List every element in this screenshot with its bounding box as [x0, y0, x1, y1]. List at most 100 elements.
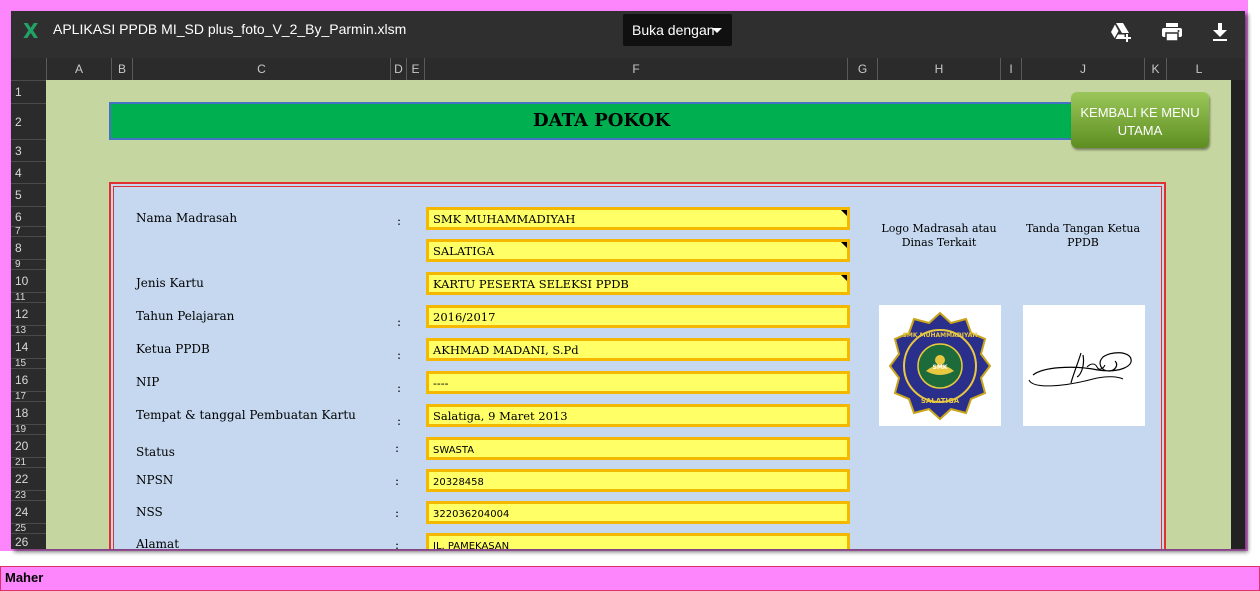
field-colon: :	[395, 474, 400, 488]
select-all-corner[interactable]	[11, 58, 46, 80]
page-title: DATA POKOK	[533, 110, 670, 131]
row-header[interactable]: 9	[11, 259, 46, 269]
column-header[interactable]: L	[1166, 58, 1231, 80]
field-value[interactable]: 322036204004	[426, 501, 850, 524]
logo-center-text: SMK	[933, 364, 948, 371]
field-colon: :	[397, 348, 402, 362]
signature-caption: Tanda Tangan Ketua PPDB	[1025, 222, 1141, 249]
row-header[interactable]: 25	[11, 523, 46, 533]
chevron-down-icon	[712, 28, 722, 33]
column-header[interactable]: H	[877, 58, 1000, 80]
row-header[interactable]: 1	[11, 80, 46, 103]
print-icon[interactable]	[1160, 20, 1184, 44]
row-header[interactable]: 22	[11, 467, 46, 490]
column-header[interactable]: K	[1144, 58, 1166, 80]
field-value-text: KARTU PESERTA SELEKSI PPDB	[433, 277, 629, 291]
field-colon: :	[395, 538, 400, 549]
field-value[interactable]: AKHMAD MADANI, S.Pd	[426, 338, 850, 361]
field-colon: :	[397, 214, 402, 228]
row-header[interactable]: 23	[11, 490, 46, 500]
column-header[interactable]: I	[1000, 58, 1021, 80]
footer-bar: Maher	[0, 566, 1260, 591]
open-with-button[interactable]: Buka dengan	[623, 14, 732, 46]
column-header[interactable]: A	[46, 58, 111, 80]
footer-name: Maher	[5, 570, 44, 585]
school-logo-icon: SMK SMK MUHAMMADIYAH SALATIGA	[888, 311, 992, 421]
row-header[interactable]: 16	[11, 368, 46, 391]
column-header[interactable]: G	[847, 58, 877, 80]
field-label: Nama Madrasah	[136, 211, 238, 225]
row-header[interactable]: 8	[11, 236, 46, 259]
column-header[interactable]: F	[424, 58, 847, 80]
logo-bottom-text: SALATIGA	[921, 397, 960, 405]
field-label: Ketua PPDB	[136, 342, 210, 356]
viewer-toolbar: X APLIKASI PPDB MI_SD plus_foto_V_2_By_P…	[11, 11, 1245, 58]
field-colon: :	[397, 414, 402, 428]
dropdown-marker-icon	[841, 210, 847, 216]
row-header[interactable]: 13	[11, 325, 46, 335]
file-title: APLIKASI PPDB MI_SD plus_foto_V_2_By_Par…	[53, 21, 407, 37]
drive-add-icon[interactable]	[1109, 20, 1133, 44]
field-colon: :	[397, 381, 402, 395]
field-colon: :	[397, 315, 402, 329]
field-label: Status	[136, 445, 175, 459]
row-header[interactable]: 17	[11, 391, 46, 401]
row-header[interactable]: 20	[11, 434, 46, 457]
outer-frame: X APLIKASI PPDB MI_SD plus_foto_V_2_By_P…	[0, 0, 1248, 551]
field-value[interactable]: 20328458	[426, 469, 850, 492]
row-header[interactable]: 18	[11, 401, 46, 424]
row-header[interactable]: 7	[11, 226, 46, 236]
dropdown-marker-icon	[841, 275, 847, 281]
signature-icon	[1028, 352, 1132, 387]
row-header[interactable]: 10	[11, 269, 46, 292]
logo-top-text: SMK MUHAMMADIYAH	[903, 332, 978, 339]
field-value[interactable]: SALATIGA	[426, 239, 850, 262]
field-value[interactable]: SWASTA	[426, 437, 850, 460]
column-header[interactable]: E	[406, 58, 424, 80]
field-value[interactable]: JL. PAMEKASAN	[426, 533, 850, 549]
back-to-main-menu-button[interactable]: KEMBALI KE MENU UTAMA	[1071, 92, 1209, 148]
field-label: Tempat & tanggal Pembuatan Kartu	[136, 408, 356, 422]
field-label: NPSN	[136, 473, 174, 487]
column-header[interactable]: C	[132, 58, 390, 80]
excel-icon: X	[23, 19, 39, 43]
data-form-panel: Nama Madrasah : SMK MUHAMMADIYAH SALATIG…	[109, 182, 1166, 549]
field-value[interactable]: 2016/2017	[426, 305, 850, 328]
dropdown-marker-icon	[841, 242, 847, 248]
row-header[interactable]: 26	[11, 533, 46, 549]
row-header[interactable]: 5	[11, 183, 46, 206]
row-header[interactable]: 11	[11, 292, 46, 302]
row-header[interactable]: 24	[11, 500, 46, 523]
title-banner: DATA POKOK	[109, 102, 1094, 140]
row-header[interactable]: 4	[11, 161, 46, 183]
row-header[interactable]: 3	[11, 139, 46, 161]
row-header[interactable]: 2	[11, 103, 46, 139]
field-label: Alamat	[136, 537, 180, 549]
row-headers: 1 2 3 4 5 6 7 8 9 10 11 12 13 14 15 16 1…	[11, 80, 46, 549]
row-header[interactable]: 19	[11, 424, 46, 434]
download-icon[interactable]	[1208, 20, 1232, 44]
row-header[interactable]: 6	[11, 206, 46, 226]
signature-image	[1023, 305, 1145, 426]
field-label: NIP	[136, 375, 160, 389]
field-label: Tahun Pelajaran	[136, 309, 235, 323]
row-header[interactable]: 14	[11, 335, 46, 358]
field-colon: :	[395, 506, 400, 520]
column-headers: A B C D E F G H I J K L	[11, 58, 1245, 80]
field-label: NSS	[136, 505, 163, 519]
field-value[interactable]: SMK MUHAMMADIYAH	[426, 207, 850, 230]
column-header[interactable]: D	[390, 58, 406, 80]
field-value[interactable]: ----	[426, 371, 850, 394]
field-value-text: SALATIGA	[433, 244, 495, 258]
school-logo-image: SMK SMK MUHAMMADIYAH SALATIGA	[879, 305, 1001, 426]
column-header[interactable]: B	[111, 58, 132, 80]
row-header[interactable]: 12	[11, 302, 46, 325]
field-value-text: SMK MUHAMMADIYAH	[433, 212, 576, 226]
field-value[interactable]: KARTU PESERTA SELEKSI PPDB	[426, 272, 850, 295]
sheet-right-edge	[1231, 80, 1245, 549]
column-header[interactable]: J	[1021, 58, 1144, 80]
field-value[interactable]: Salatiga, 9 Maret 2013	[426, 404, 850, 427]
field-label: Jenis Kartu	[136, 276, 204, 290]
row-header[interactable]: 15	[11, 358, 46, 368]
row-header[interactable]: 21	[11, 457, 46, 467]
